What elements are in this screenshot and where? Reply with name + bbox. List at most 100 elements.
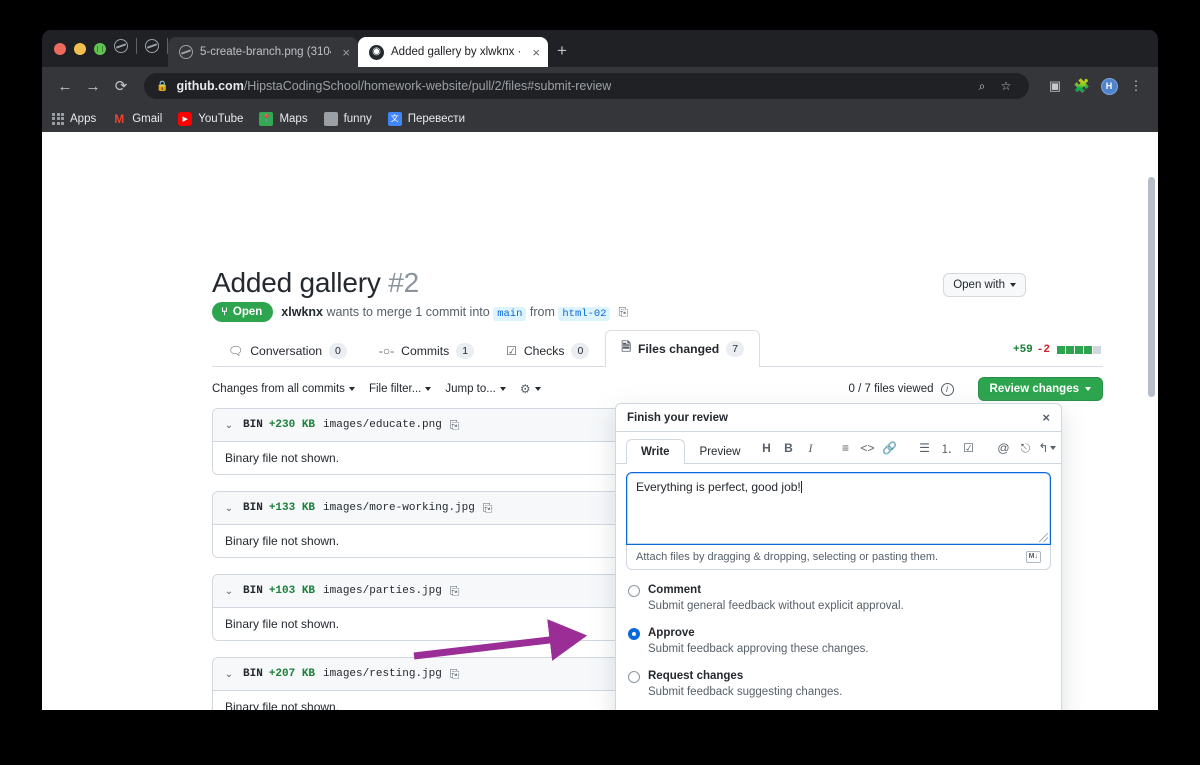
page-scrollbar-thumb[interactable] [1148, 177, 1155, 397]
bookmark-apps[interactable]: Apps [52, 112, 96, 125]
radio-icon-selected[interactable] [628, 628, 640, 640]
bookmark-translate[interactable]: 文 Перевести [387, 111, 465, 126]
reference-icon[interactable]: ⎋ [1014, 438, 1036, 458]
close-tab-icon[interactable]: × [528, 46, 540, 59]
review-changes-button[interactable]: Review changes [977, 377, 1103, 401]
tab-preview[interactable]: Preview [685, 439, 756, 464]
copy-path-icon[interactable]: ⎘ [450, 418, 460, 433]
copy-path-icon[interactable]: ⎘ [450, 667, 460, 682]
close-icon[interactable]: × [1042, 410, 1050, 425]
bulleted-list-icon[interactable]: ☰ [913, 438, 935, 458]
numbered-list-icon[interactable]: ⒈ [935, 438, 957, 458]
tab-write[interactable]: Write [626, 439, 685, 464]
jump-to-dropdown[interactable]: Jump to... [445, 383, 506, 395]
collapsed-tab-1[interactable] [106, 35, 136, 57]
changes-from-dropdown[interactable]: Changes from all commits [212, 383, 355, 395]
tab-checks[interactable]: ☑ Checks 0 [490, 335, 605, 367]
file-name[interactable]: images/more-working.jpg [323, 502, 475, 514]
collapsed-tab-2[interactable] [137, 35, 167, 57]
copy-path-icon[interactable]: ⎘ [483, 501, 493, 516]
option-title: Request changes [648, 670, 744, 682]
address-bar[interactable]: 🔒 github.com/HipstaCodingSchool/homework… [144, 73, 1029, 99]
bookmark-gmail[interactable]: M Gmail [112, 112, 162, 126]
copy-branch-icon[interactable]: ⎘ [618, 305, 628, 320]
status-badge-label: Open [232, 306, 263, 318]
tab-conversation[interactable]: 🗨 Conversation 0 [212, 335, 363, 367]
maximize-window-button[interactable] [94, 43, 106, 55]
attach-hint-label: Attach files by dragging & dropping, sel… [636, 551, 939, 563]
search-icon[interactable]: ⌕ [971, 75, 993, 97]
new-tab-button[interactable]: + [548, 37, 576, 65]
pr-from-text: from [529, 304, 555, 319]
page-scrollbar-track[interactable] [1145, 132, 1158, 710]
file-name[interactable]: images/parties.jpg [323, 585, 442, 597]
avatar[interactable]: H [1097, 74, 1121, 98]
tab-label: Checks [523, 344, 565, 358]
browser-tab-screenshot[interactable]: 5-create-branch.png (3104×1… × [168, 37, 358, 67]
copy-path-icon[interactable]: ⎘ [450, 584, 460, 599]
apps-grid-icon [52, 112, 64, 125]
radio-icon[interactable] [628, 671, 640, 683]
diff-settings-button[interactable]: ⚙ [520, 382, 541, 396]
close-tab-icon[interactable]: × [338, 46, 350, 59]
pr-subtitle: ⑂ Open xlwknx wants to merge 1 commit in… [212, 302, 628, 322]
reload-button[interactable]: ⟳ [108, 73, 134, 99]
option-approve[interactable]: Approve Submit feedback approving these … [628, 623, 1049, 666]
task-list-icon[interactable]: ☑ [957, 438, 979, 458]
radio-icon[interactable] [628, 585, 640, 597]
chevron-down-icon[interactable]: ⌄ [223, 420, 235, 431]
folder-icon [323, 111, 338, 126]
page-title: Added gallery #2 [212, 267, 419, 299]
reply-icon[interactable]: ↰ [1036, 438, 1058, 458]
open-with-button[interactable]: Open with [943, 273, 1026, 297]
file-size: +230 KB [268, 419, 316, 431]
italic-icon[interactable]: I [799, 438, 821, 458]
file-name[interactable]: images/resting.jpg [323, 668, 442, 680]
file-meta: BIN +103 KB [243, 585, 315, 597]
tab-commits[interactable]: -○- Commits 1 [363, 335, 490, 367]
markdown-supported-icon: M↓ [1025, 551, 1041, 563]
file-binary-label: BIN [243, 585, 263, 597]
head-branch[interactable]: html-02 [558, 306, 611, 321]
chevron-down-icon[interactable]: ⌄ [223, 669, 235, 680]
chevron-down-icon[interactable]: ⌄ [223, 586, 235, 597]
review-comment-input[interactable]: Everything is perfect, good job! [626, 472, 1051, 545]
attach-files-hint[interactable]: Attach files by dragging & dropping, sel… [626, 545, 1051, 570]
mention-icon[interactable]: @ [992, 438, 1014, 458]
code-icon[interactable]: <> [856, 438, 878, 458]
markdown-toolbar: Write Preview H B I ≡ <> 🔗 ☰ ⒈ ☑ @ ⎋ ↰ [616, 432, 1061, 464]
extensions-icon[interactable]: 🧩 [1070, 74, 1094, 98]
file-name[interactable]: images/educate.png [323, 419, 442, 431]
file-diff-icon: 🗎 [621, 340, 631, 354]
base-branch[interactable]: main [493, 306, 527, 321]
generic-page-icon [145, 39, 159, 53]
bookmark-youtube[interactable]: ▶ YouTube [178, 111, 243, 126]
forward-button[interactable]: → [80, 73, 106, 99]
tab-files-changed[interactable]: 🗎 Files changed 7 [605, 330, 761, 367]
close-window-button[interactable] [54, 43, 66, 55]
back-button[interactable]: ← [52, 73, 78, 99]
star-icon[interactable]: ☆ [995, 75, 1017, 97]
bold-icon[interactable]: B [777, 438, 799, 458]
heading-icon[interactable]: H [755, 438, 777, 458]
cast-icon[interactable]: ▣ [1043, 74, 1067, 98]
youtube-icon: ▶ [178, 111, 193, 126]
menu-icon[interactable]: ⋮ [1124, 74, 1148, 98]
chevron-down-icon[interactable]: ⌄ [223, 503, 235, 514]
quote-icon[interactable]: ≡ [834, 438, 856, 458]
minimize-window-button[interactable] [74, 43, 86, 55]
browser-tab-github-pr[interactable]: ◉ Added gallery by xlwknx · Pull … × [358, 37, 548, 67]
info-icon[interactable]: i [940, 382, 954, 396]
bookmark-maps[interactable]: 📍 Maps [259, 111, 308, 126]
file-filter-dropdown[interactable]: File filter... [369, 383, 432, 395]
tab-count: 0 [329, 343, 347, 359]
comment-editor: Everything is perfect, good job! Attach … [616, 464, 1061, 570]
tab-title: Added gallery by xlwknx · Pull … [391, 46, 522, 58]
option-comment[interactable]: Comment Submit general feedback without … [628, 580, 1049, 623]
bookmark-funny[interactable]: funny [323, 111, 372, 126]
link-icon[interactable]: 🔗 [878, 438, 900, 458]
files-viewed-label: 0 / 7 files viewed [848, 383, 934, 395]
option-request-changes[interactable]: Request changes Submit feedback suggesti… [628, 666, 1049, 709]
resize-handle[interactable] [1039, 533, 1048, 542]
lock-icon: 🔒 [156, 80, 169, 92]
